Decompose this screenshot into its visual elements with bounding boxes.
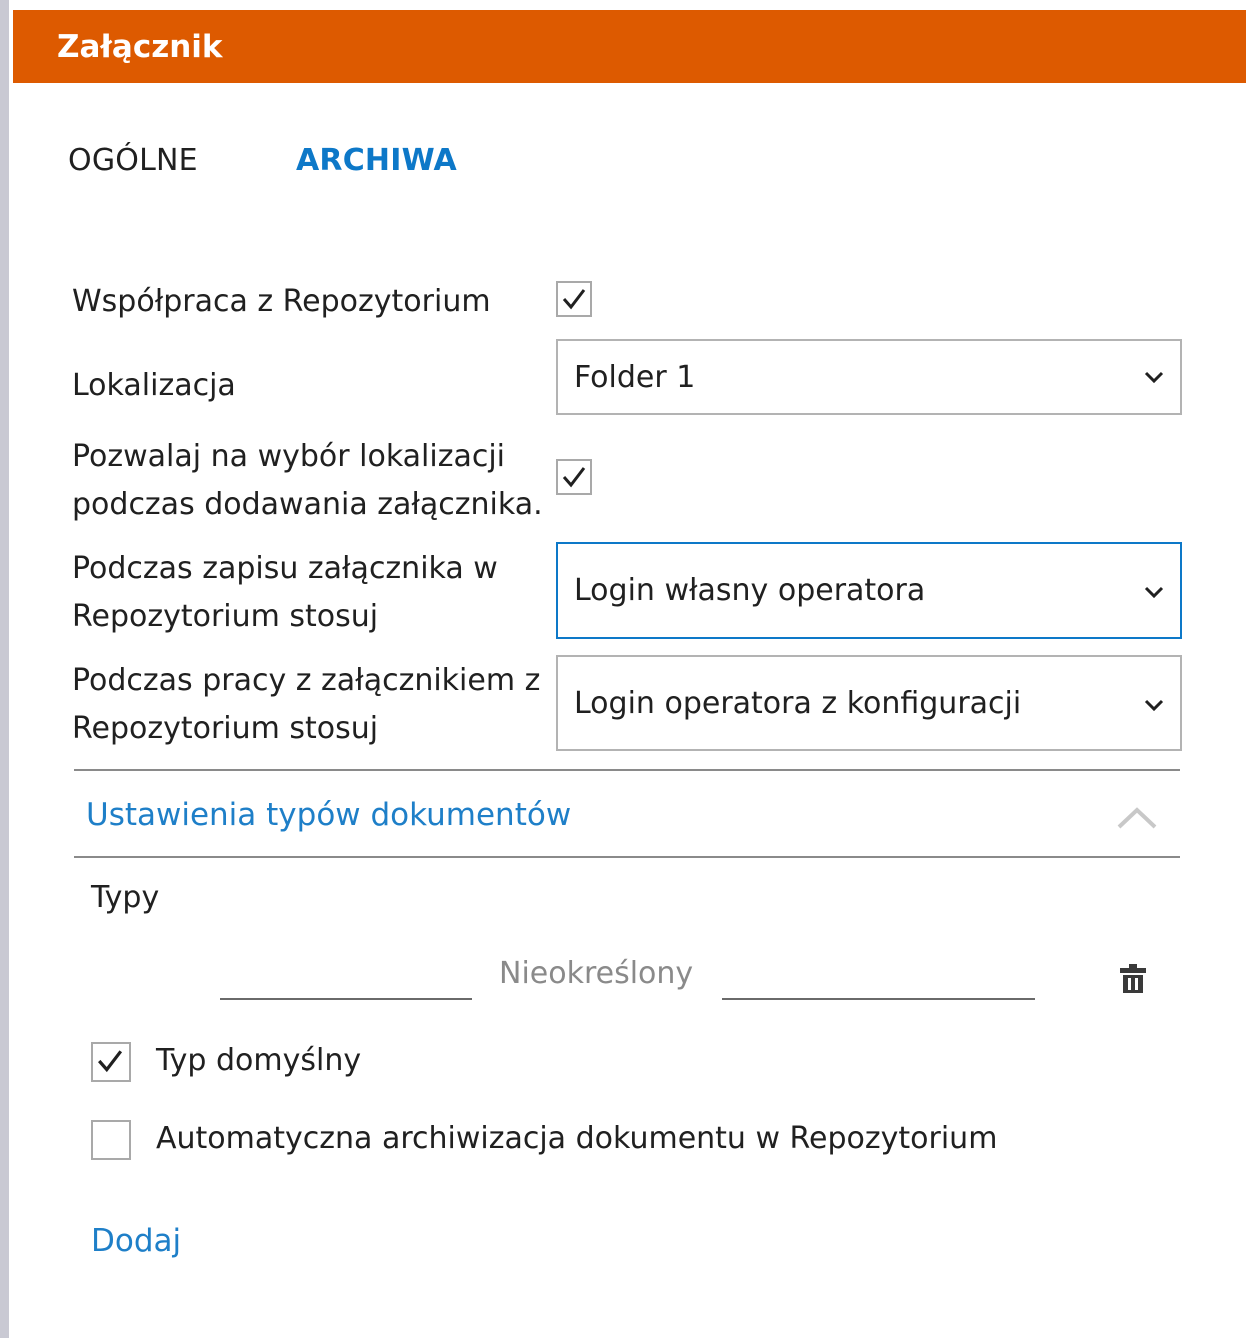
repo-cooperation-checkbox[interactable]: [556, 281, 592, 317]
chevron-down-icon: [1144, 586, 1164, 599]
auto-archive-checkbox[interactable]: [91, 1120, 131, 1160]
location-label: Lokalizacja: [72, 368, 236, 403]
save-login-label-line1: Podczas zapisu załącznika w: [72, 551, 498, 586]
type-value[interactable]: Nieokreślony: [499, 956, 693, 991]
work-login-select[interactable]: Login operatora z konfiguracji: [556, 655, 1182, 751]
type-field-right-line: [722, 998, 1035, 1000]
location-select-value: Folder 1: [574, 360, 696, 395]
dialog-title: Załącznik: [57, 29, 223, 65]
save-login-select[interactable]: Login własny operatora: [556, 542, 1182, 639]
allow-location-checkbox[interactable]: [556, 459, 592, 495]
chevron-up-icon[interactable]: [1116, 805, 1158, 831]
left-edge-bar: [0, 0, 9, 1338]
tab-general[interactable]: OGÓLNE: [68, 143, 198, 178]
checkmark-icon: [98, 1050, 123, 1073]
allow-location-label-line2: podczas dodawania załącznika.: [72, 487, 543, 522]
checkmark-icon: [562, 467, 586, 488]
default-type-checkbox[interactable]: [91, 1042, 131, 1082]
tab-archives[interactable]: ARCHIWA: [296, 143, 457, 178]
trash-icon[interactable]: [1119, 963, 1147, 995]
location-select[interactable]: Folder 1: [556, 339, 1182, 415]
section-divider-top: [74, 769, 1180, 771]
auto-archive-label: Automatyczna archiwizacja dokumentu w Re…: [156, 1121, 998, 1156]
repo-cooperation-label: Współpraca z Repozytorium: [72, 284, 491, 319]
type-field-left-line: [220, 998, 472, 1000]
save-login-label-line2: Repozytorium stosuj: [72, 599, 379, 634]
top-gap: [9, 0, 1246, 10]
section-divider-bottom: [74, 856, 1180, 858]
chevron-down-icon: [1144, 371, 1164, 384]
allow-location-label-line1: Pozwalaj na wybór lokalizacji: [72, 439, 506, 474]
default-type-label: Typ domyślny: [156, 1043, 362, 1078]
work-login-label-line2: Repozytorium stosuj: [72, 711, 379, 746]
chevron-down-icon: [1144, 699, 1164, 712]
types-label: Typy: [91, 880, 160, 915]
work-login-label-line1: Podczas pracy z załącznikiem z: [72, 663, 541, 698]
checkmark-icon: [562, 289, 586, 310]
doc-types-section-title[interactable]: Ustawienia typów dokumentów: [86, 797, 571, 833]
dialog-header: Załącznik: [13, 10, 1246, 83]
add-link[interactable]: Dodaj: [91, 1223, 181, 1259]
save-login-select-value: Login własny operatora: [574, 573, 926, 608]
work-login-select-value: Login operatora z konfiguracji: [574, 686, 1022, 721]
